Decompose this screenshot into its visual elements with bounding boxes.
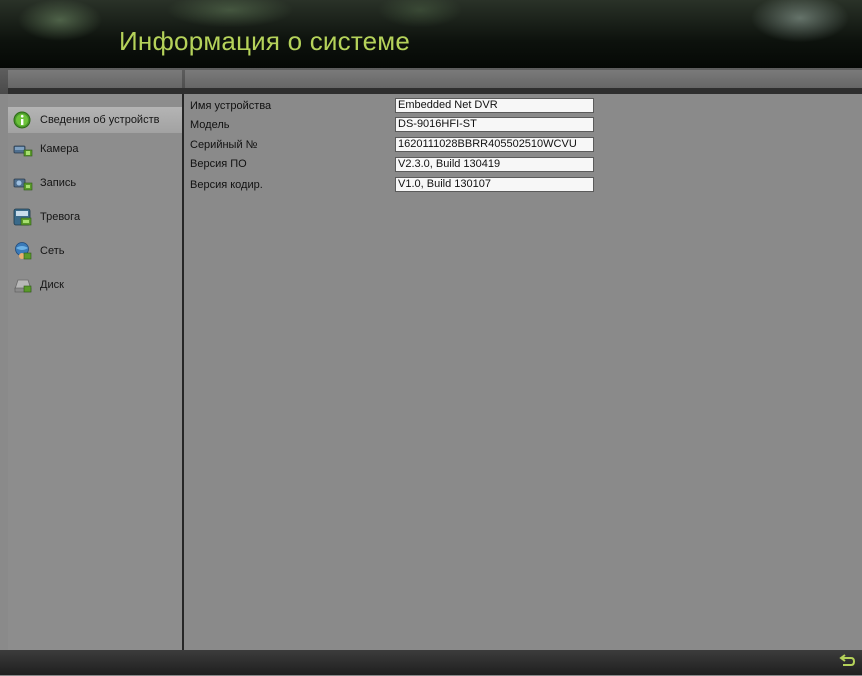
sidebar-item-record[interactable]: Запись (8, 170, 182, 196)
page-title: Информация о системе (119, 26, 411, 56)
firmware-version-label: Версия ПО (190, 158, 247, 170)
sidebar-item-label: Сеть (40, 245, 65, 257)
firmware-version-field: V2.3.0, Build 130419 (395, 157, 594, 172)
sidebar-item-alarm[interactable]: Тревога (8, 204, 182, 230)
tab-bar-right (185, 70, 862, 88)
device-name-field[interactable]: Embedded Net DVR (395, 98, 594, 113)
sidebar-item-camera[interactable]: Камера (8, 136, 182, 162)
sidebar-item-label: Запись (40, 177, 77, 189)
sidebar-item-network[interactable]: Сеть (8, 238, 182, 264)
tab-bar (0, 68, 862, 94)
model-field: DS-9016HFI-ST (395, 117, 594, 132)
sidebar-item-label: Камера (40, 143, 79, 155)
serial-number-label: Серийный № (190, 139, 258, 151)
header-bar: Информация о системе (0, 0, 862, 69)
sidebar-item-label: Диск (40, 279, 64, 291)
encoder-version-label: Версия кодир. (190, 179, 263, 191)
back-button[interactable] (838, 653, 856, 671)
sidebar-item-disk[interactable]: Диск (8, 272, 182, 298)
back-arrow-icon (839, 654, 856, 666)
record-icon (13, 174, 33, 192)
sidebar-item-device-info[interactable]: Сведения об устройств (8, 107, 182, 133)
camera-icon (13, 140, 33, 158)
info-icon (13, 111, 33, 129)
sidebar: Сведения об устройств Камера Запись Трев… (8, 94, 184, 650)
encoder-version-field: V1.0, Build 130107 (395, 177, 594, 192)
device-name-label: Имя устройства (190, 100, 272, 112)
network-icon (13, 242, 33, 260)
sidebar-item-label: Сведения об устройств (40, 114, 160, 126)
sidebar-item-label: Тревога (40, 211, 81, 223)
serial-number-field: 1620111028BBRR405502510WCVU (395, 137, 594, 152)
disk-icon (13, 276, 33, 294)
footer-bar (0, 650, 862, 675)
model-label: Модель (190, 119, 230, 131)
alarm-icon (13, 208, 33, 226)
device-info-panel: Имя устройства Embedded Net DVR Модель D… (184, 94, 862, 650)
tab-bar-left (8, 70, 182, 88)
